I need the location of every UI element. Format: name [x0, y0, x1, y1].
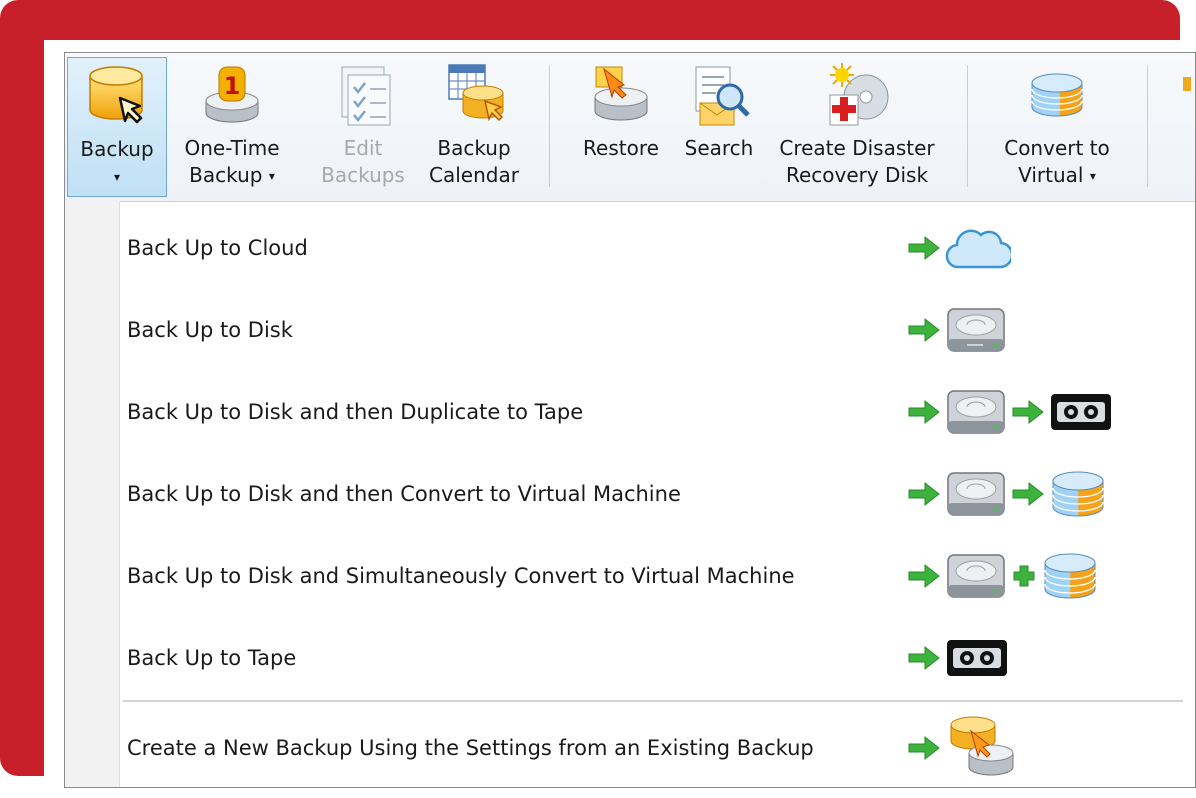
partial-ribbon-icon	[1183, 77, 1191, 91]
arrow-icon	[1012, 399, 1044, 425]
existing-backup-icon	[950, 716, 1014, 776]
disk-icon	[947, 472, 1005, 516]
chevron-down-icon: ▾	[1089, 169, 1096, 183]
menu-item-create-from-existing[interactable]: Create a New Backup Using the Settings f…	[119, 707, 1159, 787]
cloud-icon	[945, 229, 1011, 269]
menu-item-disk-simultaneously-virtual[interactable]: Back Up to Disk and Simultaneously Conve…	[119, 535, 1159, 617]
menu-gutter	[65, 201, 120, 787]
arrow-icon	[908, 645, 940, 671]
tape-icon	[947, 640, 1007, 676]
menu-item-back-up-to-tape[interactable]: Back Up to Tape	[119, 617, 1159, 699]
ribbon-separator	[967, 65, 968, 187]
menu-item-back-up-to-disk[interactable]: Back Up to Disk	[119, 289, 1159, 371]
ribbon-separator	[549, 65, 550, 187]
disk-icon	[947, 390, 1005, 434]
chevron-down-icon: ▾	[268, 169, 275, 183]
search-button[interactable]: Search	[677, 57, 761, 197]
arrow-icon	[908, 563, 940, 589]
one-time-backup-icon: 1	[205, 66, 259, 123]
arrow-icon	[908, 317, 940, 343]
arrow-icon	[908, 235, 940, 261]
disk-icon	[947, 554, 1005, 598]
backup-database-icon	[89, 66, 143, 124]
backup-calendar-icon	[448, 64, 504, 122]
arrow-icon	[908, 399, 940, 425]
menu-divider	[123, 700, 1183, 702]
menu-item-disk-then-virtual[interactable]: Back Up to Disk and then Convert to Virt…	[119, 453, 1159, 535]
edit-backups-button[interactable]: Edit Backups	[311, 57, 415, 197]
search-icon	[695, 66, 750, 126]
arrow-icon	[908, 481, 940, 507]
backup-calendar-button[interactable]: Backup Calendar	[415, 57, 533, 197]
edit-backups-icon	[341, 66, 391, 126]
restore-icon	[594, 66, 648, 121]
disk-icon	[947, 308, 1005, 352]
convert-to-virtual-button[interactable]: Convert to Virtual ▾	[985, 57, 1129, 197]
app-window: Backup ▾ 1 One-Time Backup ▾ Edit Backup…	[64, 52, 1196, 788]
create-disaster-recovery-disk-button[interactable]: Create Disaster Recovery Disk	[765, 57, 949, 197]
virtual-machine-icon	[1044, 553, 1096, 599]
arrow-icon	[908, 735, 940, 761]
chevron-down-icon: ▾	[113, 170, 121, 184]
ribbon-toolbar: Backup ▾ 1 One-Time Backup ▾ Edit Backup…	[65, 53, 1195, 202]
menu-item-back-up-to-cloud[interactable]: Back Up to Cloud	[119, 207, 1159, 289]
arrow-icon	[1012, 481, 1044, 507]
disaster-recovery-disk-icon	[829, 63, 889, 126]
virtual-machine-icon	[1052, 471, 1104, 517]
restore-button[interactable]: Restore	[569, 57, 673, 197]
convert-to-virtual-icon	[1031, 73, 1083, 117]
ribbon-separator	[1147, 65, 1148, 187]
svg-text:1: 1	[224, 72, 241, 100]
tape-icon	[1051, 394, 1111, 430]
backup-dropdown-menu: Back Up to Cloud Back Up to Disk Back Up…	[65, 201, 1195, 787]
one-time-backup-button[interactable]: 1 One-Time Backup ▾	[173, 57, 291, 197]
menu-item-disk-then-tape[interactable]: Back Up to Disk and then Duplicate to Ta…	[119, 371, 1159, 453]
backup-button[interactable]: Backup ▾	[67, 57, 167, 197]
plus-icon	[1013, 565, 1035, 587]
